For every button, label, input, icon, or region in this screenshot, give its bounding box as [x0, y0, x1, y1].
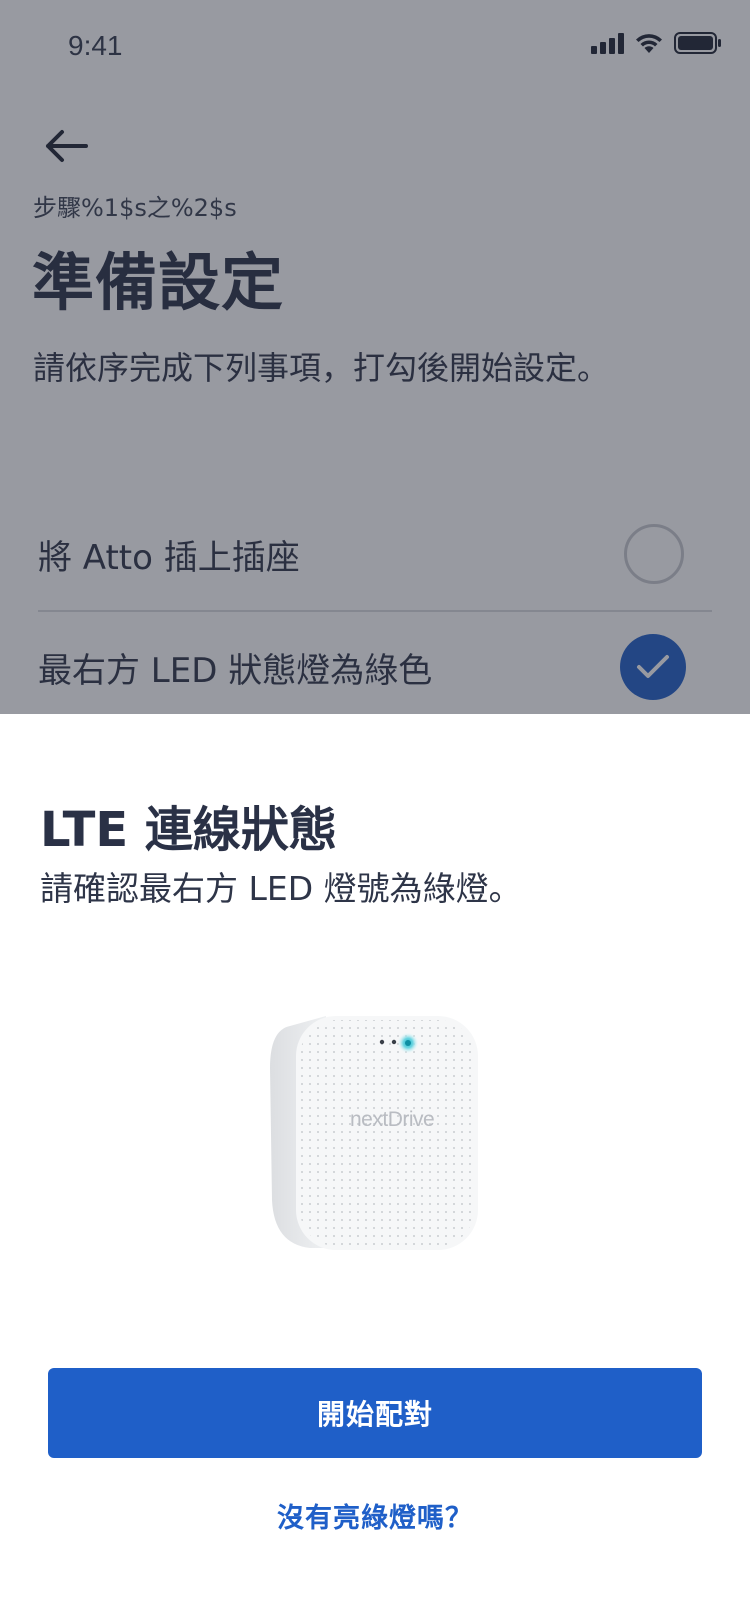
app-screen: 9:41 步驟%1$s之%2$s 準備設定 請依序完成下列事項，打勾後開始設定。… — [0, 0, 750, 1624]
start-pairing-button[interactable]: 開始配對 — [48, 1368, 702, 1458]
device-brand-logo: nextDrive — [350, 1108, 435, 1131]
sheet-description: 請確認最右方 LED 燈號為綠燈。 — [40, 869, 522, 908]
sheet-title: LTE 連線狀態 — [40, 802, 337, 858]
bottom-sheet: LTE 連線狀態 請確認最右方 LED 燈號為綠燈。 nextDrive 開始配… — [0, 714, 750, 1624]
no-green-light-link[interactable]: 沒有亮綠燈嗎？ — [0, 1496, 750, 1535]
atto-device-image: nextDrive — [266, 1008, 484, 1256]
